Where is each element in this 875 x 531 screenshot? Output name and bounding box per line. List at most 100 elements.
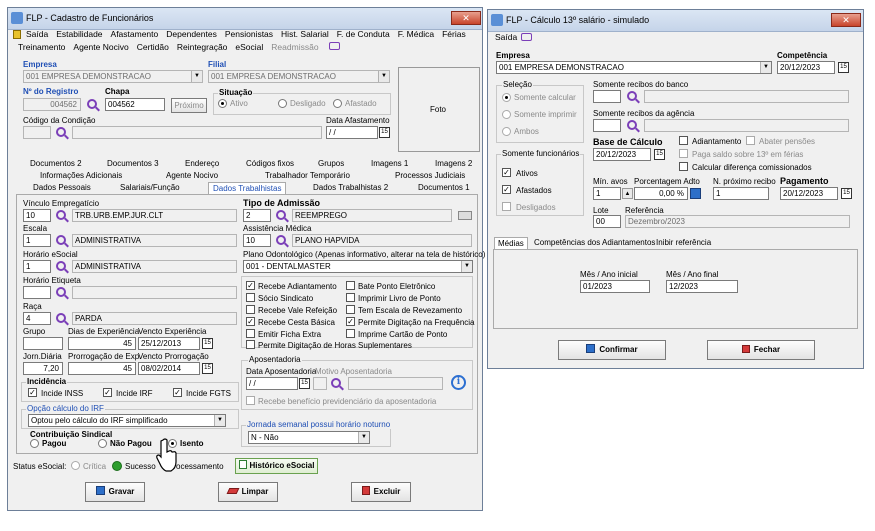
- menu-certidao[interactable]: Certidão: [137, 42, 169, 52]
- tab-documentos-2[interactable]: Documentos 2: [30, 159, 82, 168]
- chk-horas-suplementares[interactable]: [246, 340, 255, 349]
- adiantamento-checkbox[interactable]: [679, 136, 688, 145]
- chk-recebe-adiantamento[interactable]: ✓: [246, 281, 255, 290]
- tab-dados-pessoais[interactable]: Dados Pessoais: [33, 183, 91, 192]
- tab-informacoes-adicionais[interactable]: Informações Adicionais: [40, 171, 122, 180]
- search-icon[interactable]: [56, 127, 66, 137]
- menu-estabilidade[interactable]: Estabilidade: [56, 29, 102, 39]
- tab-documentos-3[interactable]: Documentos 3: [107, 159, 159, 168]
- menu-afastamento[interactable]: Afastamento: [111, 29, 159, 39]
- chk-socio-sindicato[interactable]: [246, 293, 255, 302]
- mes-ano-final-field[interactable]: 12/2023: [666, 280, 738, 293]
- menu-dependentes[interactable]: Dependentes: [166, 29, 217, 39]
- tab-agente-nocivo[interactable]: Agente Nocivo: [166, 171, 218, 180]
- mes-ano-inicial-field[interactable]: 01/2023: [580, 280, 650, 293]
- keyboard-icon[interactable]: [458, 211, 472, 220]
- chat-icon[interactable]: [328, 42, 340, 50]
- incide-irf-checkbox[interactable]: ✓: [103, 388, 112, 397]
- jorn-diaria-field[interactable]: 7,20: [23, 362, 63, 375]
- menu-hist-salarial[interactable]: Hist. Salarial: [281, 29, 329, 39]
- raca-code[interactable]: 4: [23, 312, 51, 325]
- base-calculo-field[interactable]: 20/12/2023: [593, 148, 651, 161]
- calendar-icon[interactable]: 15: [299, 378, 310, 389]
- tab-grupos[interactable]: Grupos: [318, 159, 344, 168]
- chk-bate-ponto[interactable]: [346, 281, 355, 290]
- tipo-admissao-code[interactable]: 2: [243, 209, 271, 222]
- chat-icon[interactable]: [521, 33, 532, 41]
- confirmar-button[interactable]: Confirmar: [558, 340, 666, 360]
- search-icon[interactable]: [56, 287, 66, 297]
- search-icon[interactable]: [627, 91, 637, 101]
- tab-endereco[interactable]: Endereço: [185, 159, 219, 168]
- menu-treinamento[interactable]: Treinamento: [18, 42, 65, 52]
- tab-inibir-referencia[interactable]: Inibir referência: [656, 238, 711, 247]
- plano-odonto-select[interactable]: 001 - DENTALMASTER: [243, 260, 473, 273]
- vinculo-code[interactable]: 10: [23, 209, 51, 222]
- info-icon[interactable]: i: [451, 375, 466, 390]
- chk-recebe-vale-refeicao[interactable]: [246, 305, 255, 314]
- recibos-banco-code[interactable]: [593, 90, 621, 103]
- horario-etiqueta-code[interactable]: [23, 286, 51, 299]
- search-icon[interactable]: [56, 235, 66, 245]
- chk-recebe-cesta-basica[interactable]: ✓: [246, 317, 255, 326]
- horario-code[interactable]: 1: [23, 260, 51, 273]
- limpar-button[interactable]: Limpar: [218, 482, 278, 502]
- jornada-select[interactable]: N - Não: [248, 431, 370, 444]
- filial-select[interactable]: 001 EMPRESA DEMONSTRACAO: [208, 70, 390, 83]
- data-apos-field[interactable]: / /: [246, 377, 298, 390]
- menu-esocial[interactable]: eSocial: [235, 42, 263, 52]
- calendar-icon[interactable]: 15: [841, 188, 852, 199]
- menu-reintegracao[interactable]: Reintegração: [177, 42, 228, 52]
- ativos-checkbox[interactable]: ✓: [502, 168, 511, 177]
- chapa-field[interactable]: 004562: [105, 98, 165, 111]
- search-icon[interactable]: [276, 235, 286, 245]
- tab-codigos-fixos[interactable]: Códigos fixos: [246, 159, 294, 168]
- gravar-button[interactable]: Gravar: [85, 482, 145, 502]
- lote-field[interactable]: 00: [593, 215, 621, 228]
- chk-digitacao-frequencia[interactable]: ✓: [346, 317, 355, 326]
- min-avos-field[interactable]: 1: [593, 187, 621, 200]
- search-icon[interactable]: [56, 261, 66, 271]
- menu-pensionistas[interactable]: Pensionistas: [225, 29, 273, 39]
- calc-diferenca-checkbox[interactable]: [679, 162, 688, 171]
- calendar-icon[interactable]: 15: [654, 149, 665, 160]
- tab-processos-judiciais[interactable]: Processos Judiciais: [395, 171, 465, 180]
- incide-fgts-checkbox[interactable]: ✓: [173, 388, 182, 397]
- search-icon[interactable]: [56, 313, 66, 323]
- calendar-icon[interactable]: 15: [838, 62, 849, 73]
- competencia-field[interactable]: 20/12/2023: [777, 61, 835, 74]
- fechar-button[interactable]: Fechar: [707, 340, 815, 360]
- tab-competencias-adiantamentos[interactable]: Competências dos Adiantamentos: [534, 238, 655, 247]
- incide-inss-checkbox[interactable]: ✓: [28, 388, 37, 397]
- menu-ferias[interactable]: Férias: [442, 29, 466, 39]
- dias-exp-field[interactable]: 45: [68, 337, 136, 350]
- tab-dados-trabalhistas-2[interactable]: Dados Trabalhistas 2: [313, 183, 388, 192]
- contrib-nao-pagou-radio[interactable]: [98, 439, 107, 448]
- data-afast-field[interactable]: / /: [326, 126, 378, 139]
- chk-emitir-ficha-extra[interactable]: [246, 329, 255, 338]
- empresa-select[interactable]: 001 EMPRESA DEMONSTRACAO: [496, 61, 772, 74]
- calendar-icon[interactable]: 15: [202, 363, 213, 374]
- afastados-checkbox[interactable]: ✓: [502, 185, 511, 194]
- calculator-icon[interactable]: [690, 188, 701, 199]
- search-icon[interactable]: [87, 99, 97, 109]
- assistencia-code[interactable]: 10: [243, 234, 271, 247]
- historico-esocial-button[interactable]: Histórico eSocial: [235, 458, 318, 474]
- chk-escala-revezamento[interactable]: [346, 305, 355, 314]
- tab-imagens-1[interactable]: Imagens 1: [371, 159, 408, 168]
- chk-imprimir-livro[interactable]: [346, 293, 355, 302]
- excluir-button[interactable]: Excluir: [351, 482, 411, 502]
- close-button[interactable]: ✕: [451, 11, 481, 25]
- venc-prorrog-field[interactable]: 08/02/2014: [138, 362, 200, 375]
- calendar-icon[interactable]: 15: [379, 127, 390, 138]
- contrib-pagou-radio[interactable]: [30, 439, 39, 448]
- search-icon[interactable]: [627, 120, 637, 130]
- menu-f-medica[interactable]: F. Médica: [398, 29, 434, 39]
- registro-field[interactable]: 004562: [23, 98, 81, 111]
- tab-salariais-funcao[interactable]: Salariais/Função: [120, 183, 180, 192]
- menu-agente-nocivo[interactable]: Agente Nocivo: [73, 42, 128, 52]
- menu-f-conduta[interactable]: F. de Conduta: [337, 29, 390, 39]
- pagamento-field[interactable]: 20/12/2023: [780, 187, 838, 200]
- calendar-icon[interactable]: 15: [202, 338, 213, 349]
- tab-trabalhador-temporario[interactable]: Trabalhador Temporário: [265, 171, 350, 180]
